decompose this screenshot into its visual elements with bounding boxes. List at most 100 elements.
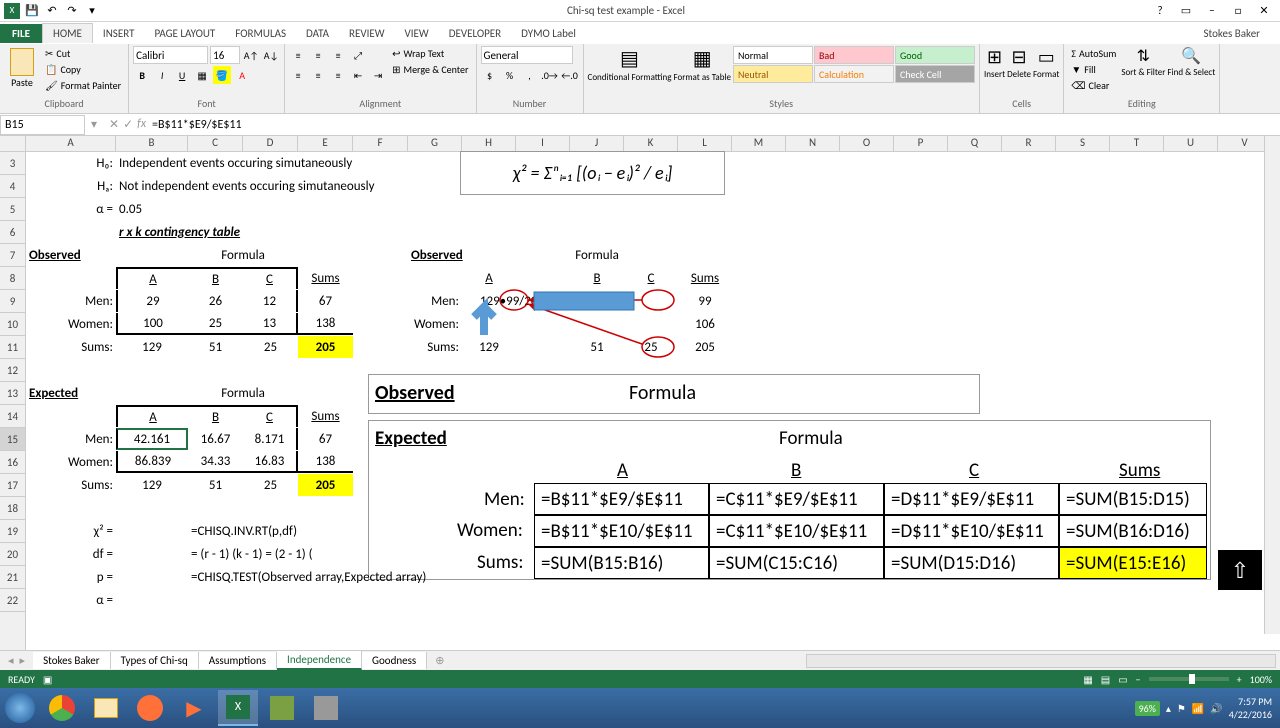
col-header-T[interactable]: T: [1110, 136, 1164, 151]
row-header-16[interactable]: 16: [0, 451, 25, 474]
zoom-level[interactable]: 100%: [1250, 673, 1272, 686]
copy-button[interactable]: 📋Copy: [42, 62, 124, 77]
cell-G9[interactable]: Men:: [408, 290, 462, 312]
cell-H9[interactable]: 129•99/205: [462, 290, 562, 312]
sheet-tab-2[interactable]: Assumptions: [199, 652, 277, 669]
font-size-select[interactable]: [210, 46, 240, 64]
col-header-K[interactable]: K: [624, 136, 678, 151]
style-good[interactable]: Good: [895, 46, 975, 64]
cond-fmt-label[interactable]: Conditional Formatting: [588, 72, 672, 83]
taskbar-explorer[interactable]: [86, 690, 126, 726]
tray-volume-icon[interactable]: 🔊: [1210, 702, 1222, 715]
vertical-scrollbar[interactable]: [1264, 136, 1280, 634]
cells-grid[interactable]: χ² = Σⁿᵢ₌₁ [(oᵢ − eᵢ)² / eᵢ] Observed Fo…: [26, 152, 1280, 650]
underline-button[interactable]: U: [173, 66, 191, 84]
row-header-8[interactable]: 8: [0, 267, 25, 290]
cell-C11[interactable]: 51: [188, 336, 243, 358]
cell-G11[interactable]: Sums:: [408, 336, 462, 358]
cell-C21[interactable]: =CHISQ.TEST(Observed array,Expected arra…: [188, 566, 518, 588]
percent-icon[interactable]: %: [501, 66, 519, 84]
row-header-15[interactable]: 15: [0, 428, 25, 451]
select-all-corner[interactable]: [0, 136, 26, 151]
tab-data[interactable]: DATA: [296, 24, 339, 43]
col-header-D[interactable]: D: [243, 136, 298, 151]
cell-C19[interactable]: =CHISQ.INV.RT(p,df): [188, 520, 388, 542]
start-button[interactable]: [0, 688, 40, 728]
currency-icon[interactable]: $: [481, 66, 499, 84]
maximize-icon[interactable]: □: [1226, 1, 1250, 21]
border-button[interactable]: ▦: [193, 66, 211, 84]
cell-C16[interactable]: 34.33: [188, 451, 243, 473]
cell-B16[interactable]: 86.839: [116, 451, 188, 473]
format-painter-button[interactable]: 🖌Format Painter: [42, 78, 124, 93]
row-header-20[interactable]: 20: [0, 543, 25, 566]
cell-A22[interactable]: α =: [26, 589, 116, 611]
row-header-13[interactable]: 13: [0, 382, 25, 405]
taskbar-media[interactable]: ▶: [174, 690, 214, 726]
cell-A5[interactable]: α =: [26, 198, 116, 220]
cond-fmt-icon[interactable]: ▤: [620, 46, 639, 71]
sheet-nav[interactable]: ◂▸: [0, 654, 33, 667]
insert-cell-icon[interactable]: ⊞: [987, 46, 1002, 68]
cell-B6[interactable]: r x k contingency table: [116, 221, 316, 243]
cell-B3[interactable]: Independent events occuring simutaneousl…: [116, 152, 446, 174]
cell-B5[interactable]: 0.05: [116, 198, 188, 220]
view-layout-icon[interactable]: ▤: [1101, 673, 1110, 686]
cell-C17[interactable]: 51: [188, 474, 243, 496]
nav-overlay-icon[interactable]: ⇧: [1218, 550, 1262, 590]
tab-review[interactable]: REVIEW: [339, 24, 395, 43]
macro-record-icon[interactable]: ▣: [43, 673, 52, 686]
file-tab[interactable]: FILE: [0, 24, 42, 43]
cell-C9[interactable]: 26: [188, 290, 243, 312]
cell-E11[interactable]: 205: [298, 336, 353, 358]
row-header-19[interactable]: 19: [0, 520, 25, 543]
row-header-5[interactable]: 5: [0, 198, 25, 221]
cell-J7[interactable]: Formula: [570, 244, 624, 266]
new-sheet-button[interactable]: ⊕: [427, 654, 452, 667]
dec-decimal-icon[interactable]: ←.0: [561, 66, 579, 84]
cell-C10[interactable]: 25: [188, 313, 243, 335]
taskbar-excel[interactable]: X: [218, 690, 258, 726]
cell-A10[interactable]: Women:: [26, 313, 116, 335]
cell-D16[interactable]: 16.83: [243, 451, 298, 473]
fill-button[interactable]: ▼Fill: [1068, 62, 1119, 77]
name-box[interactable]: B15: [0, 115, 85, 135]
row-header-4[interactable]: 4: [0, 175, 25, 198]
cell-E15[interactable]: 67: [298, 428, 353, 450]
col-header-S[interactable]: S: [1056, 136, 1110, 151]
cell-D11[interactable]: 25: [243, 336, 298, 358]
cell-H11[interactable]: 129: [462, 336, 516, 358]
col-header-J[interactable]: J: [570, 136, 624, 151]
cell-B17[interactable]: 129: [116, 474, 188, 496]
cell-D14[interactable]: C: [243, 405, 298, 427]
tray-up-icon[interactable]: ▴: [1166, 702, 1171, 715]
row-header-6[interactable]: 6: [0, 221, 25, 244]
cell-A17[interactable]: Sums:: [26, 474, 116, 496]
merge-button[interactable]: ⊞Merge & Center: [389, 62, 471, 77]
cell-B8[interactable]: A: [116, 267, 188, 289]
close-icon[interactable]: ✕: [1252, 1, 1276, 21]
cell-A3[interactable]: H₀:: [26, 152, 116, 174]
row-header-7[interactable]: 7: [0, 244, 25, 267]
decrease-font-icon[interactable]: A↓: [262, 46, 280, 64]
cell-E14[interactable]: Sums: [298, 405, 353, 427]
cell-D8[interactable]: C: [243, 267, 298, 289]
cell-A20[interactable]: df =: [26, 543, 116, 565]
tab-home[interactable]: HOME: [42, 23, 93, 43]
inc-decimal-icon[interactable]: .0→: [541, 66, 559, 84]
align-top-icon[interactable]: ≡: [289, 46, 307, 64]
minimize-icon[interactable]: −: [1200, 1, 1224, 21]
increase-font-icon[interactable]: A↑: [242, 46, 260, 64]
col-header-Q[interactable]: Q: [948, 136, 1002, 151]
cell-C14[interactable]: B: [188, 405, 243, 427]
sheet-tab-0[interactable]: Stokes Baker: [33, 652, 111, 669]
align-bottom-icon[interactable]: ≡: [329, 46, 347, 64]
cell-L9[interactable]: 99: [678, 290, 732, 312]
sheet-tab-3[interactable]: Independence: [277, 651, 362, 670]
customize-icon[interactable]: ▾: [84, 3, 100, 19]
cell-L8[interactable]: Sums: [678, 267, 732, 289]
autosum-button[interactable]: ΣAutoSum: [1068, 46, 1119, 61]
enter-formula-icon[interactable]: ✓: [123, 117, 133, 132]
col-header-E[interactable]: E: [298, 136, 353, 151]
style-calc[interactable]: Calculation: [814, 65, 894, 83]
